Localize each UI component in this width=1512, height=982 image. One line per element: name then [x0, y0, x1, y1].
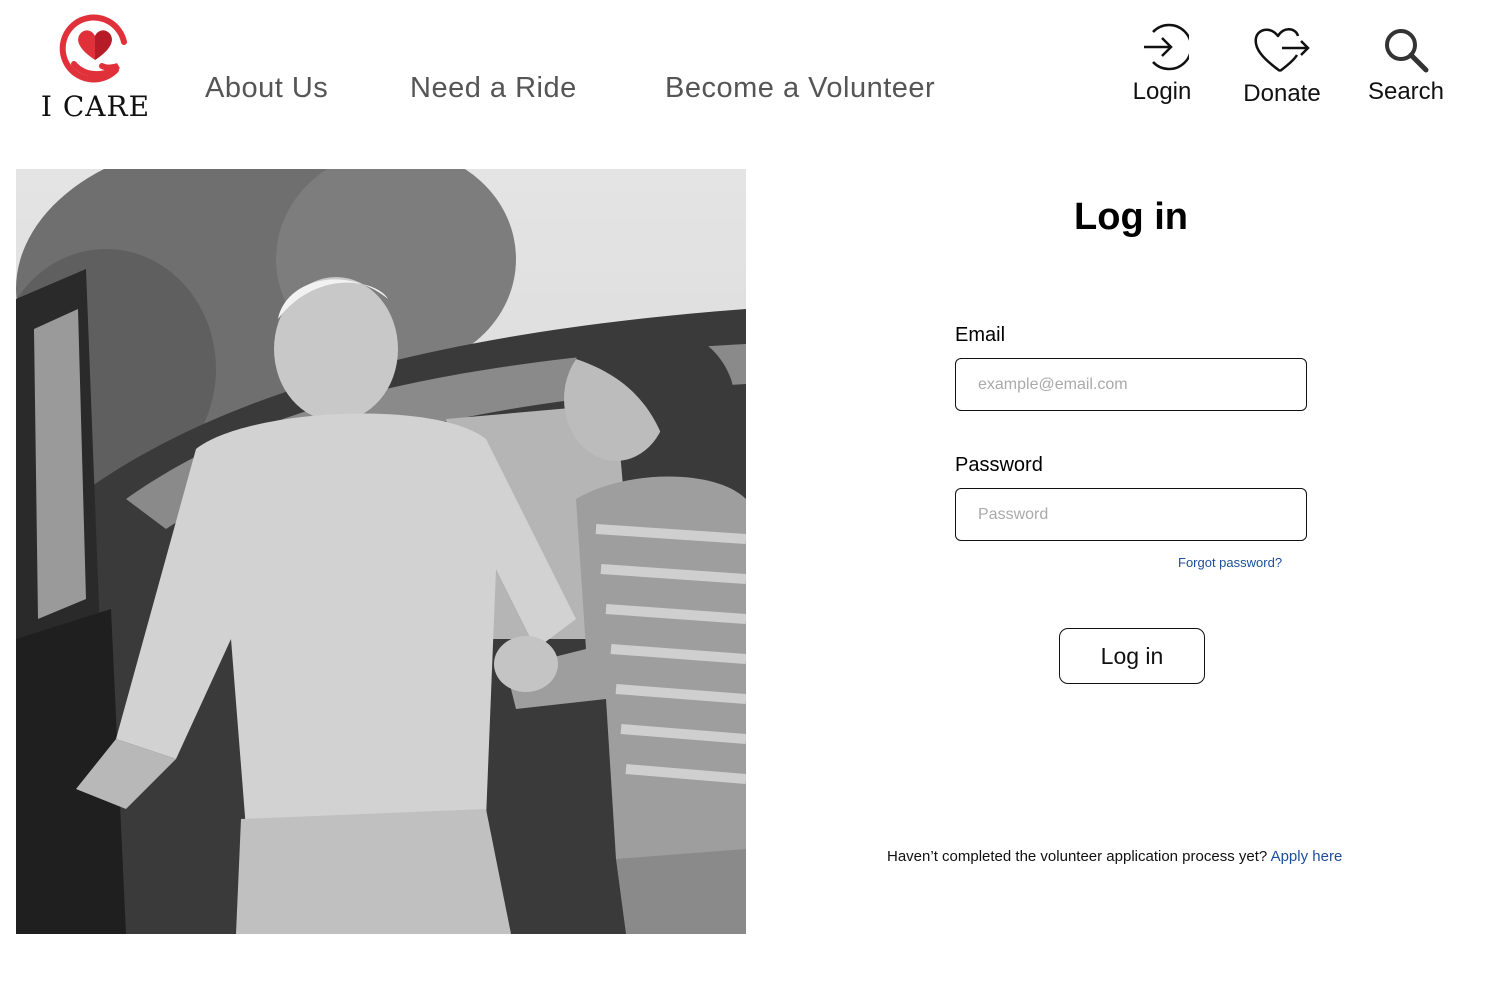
search-link[interactable]: Search — [1362, 26, 1450, 106]
email-field[interactable] — [955, 358, 1307, 411]
nav-need-a-ride[interactable]: Need a Ride — [410, 72, 577, 105]
login-arrow-icon — [1144, 23, 1189, 71]
login-link[interactable]: Login — [1126, 20, 1198, 106]
brand-logo[interactable]: I CARE — [38, 14, 153, 124]
hero-photo — [16, 169, 746, 934]
apply-here-link[interactable]: Apply here — [1271, 848, 1343, 865]
login-label: Login — [1132, 78, 1192, 105]
forgot-password-link[interactable]: Forgot password? — [1178, 555, 1282, 570]
brand-name: I CARE — [40, 90, 151, 123]
password-field[interactable] — [955, 488, 1307, 541]
search-label: Search — [1367, 78, 1445, 105]
donate-link[interactable]: Donate — [1238, 24, 1326, 108]
apply-prompt: Haven’t completed the volunteer applicat… — [887, 848, 1342, 865]
nav-about-us[interactable]: About Us — [205, 72, 328, 105]
heart-hand-icon — [59, 14, 127, 83]
login-submit-button[interactable]: Log in — [1059, 628, 1205, 684]
nav-become-volunteer[interactable]: Become a Volunteer — [665, 72, 935, 105]
apply-prompt-text: Haven’t completed the volunteer applicat… — [887, 848, 1268, 865]
donate-label: Donate — [1243, 80, 1321, 107]
magnifier-icon — [1385, 29, 1429, 73]
email-label: Email — [955, 324, 1006, 346]
heart-arrow-icon — [1254, 28, 1310, 73]
login-title: Log in — [1074, 196, 1188, 238]
photo-illustration — [16, 169, 746, 934]
password-label: Password — [955, 454, 1043, 476]
